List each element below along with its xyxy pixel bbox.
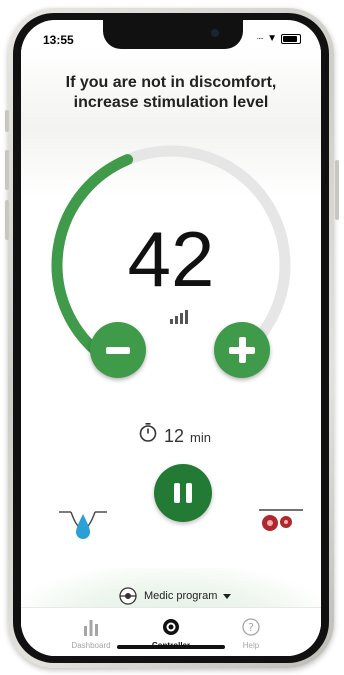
- timer-unit: min: [190, 430, 211, 445]
- phone-side-button: [335, 160, 339, 220]
- program-label: Medic program: [144, 590, 218, 602]
- stimulation-level-value: 42: [127, 215, 215, 303]
- bar-chart-icon: [84, 620, 98, 636]
- timer-value: 12: [164, 426, 185, 446]
- program-mode-icon: [119, 587, 137, 605]
- skin-moisture-icon[interactable]: [57, 500, 109, 546]
- app-screen: 13:55 ···· ▼ If you are not in discomfor…: [21, 20, 321, 656]
- help-icon: ?: [242, 618, 260, 636]
- home-indicator: [117, 645, 225, 649]
- svg-text:?: ?: [248, 621, 254, 634]
- signal-strength-icon: [170, 310, 188, 324]
- decrease-level-button[interactable]: [90, 322, 146, 378]
- chevron-down-icon: [223, 593, 232, 599]
- session-timer: 12 min: [138, 422, 211, 447]
- increase-level-button[interactable]: [214, 322, 270, 378]
- program-selector[interactable]: Medic program: [118, 586, 232, 606]
- minus-icon: [106, 346, 130, 354]
- stopwatch-icon: [139, 422, 157, 442]
- phone-side-button: [5, 200, 9, 240]
- phone-side-button: [5, 110, 9, 132]
- electrode-pads-icon[interactable]: [257, 504, 305, 540]
- controller-icon: [163, 619, 179, 635]
- phone-side-button: [5, 150, 9, 190]
- pause-button[interactable]: [154, 464, 212, 522]
- plus-icon: [229, 337, 255, 363]
- pause-icon: [174, 483, 192, 503]
